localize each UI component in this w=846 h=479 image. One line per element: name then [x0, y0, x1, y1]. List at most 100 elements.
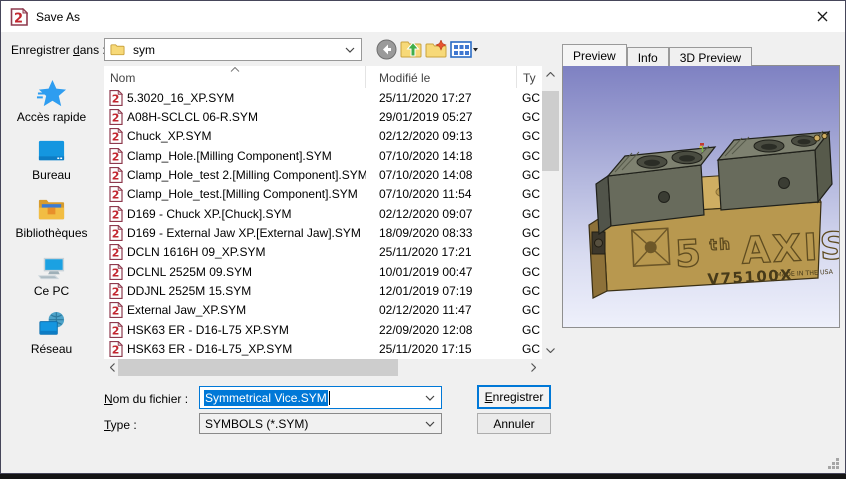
- filetype-combobox[interactable]: SYMBOLS (*.SYM): [199, 413, 442, 434]
- sym-file-icon: 2: [109, 167, 123, 183]
- sidebar-item-label: Bureau: [32, 168, 71, 182]
- chevron-down-icon: [425, 395, 435, 401]
- quick-access-star-icon: [36, 78, 67, 109]
- file-modified-date: 12/01/2019 07:19: [366, 284, 517, 298]
- column-header-type[interactable]: Ty: [517, 66, 542, 88]
- back-button[interactable]: [374, 38, 398, 61]
- file-modified-date: 02/12/2020 09:07: [366, 207, 517, 221]
- file-name: DCLNL 2525M 09.SYM: [127, 265, 252, 279]
- sidebar-item-label: Réseau: [31, 342, 72, 356]
- column-header-modified[interactable]: Modifié le: [366, 66, 517, 88]
- svg-text:2: 2: [112, 92, 120, 105]
- sym-file-icon: 2: [109, 244, 123, 260]
- file-row[interactable]: 2 A08H-SCLCL 06-R.SYM 29/01/2019 05:27 G…: [104, 107, 542, 126]
- tab-info[interactable]: Info: [627, 47, 669, 66]
- file-row[interactable]: 2 D169 - External Jaw XP.[External Jaw].…: [104, 223, 542, 242]
- file-type: GC: [517, 187, 542, 201]
- file-row[interactable]: 2 DCLN 1616H 09_XP.SYM 25/11/2020 17:21 …: [104, 243, 542, 262]
- file-row[interactable]: 2 HSK63 ER - D16-L75 XP.SYM 22/09/2020 1…: [104, 320, 542, 339]
- sidebar-item-label: Accès rapide: [17, 110, 86, 124]
- svg-text:2: 2: [112, 247, 120, 260]
- file-rows: 2 5.3020_16_XP.SYM 25/11/2020 17:27 GC 2…: [104, 88, 542, 359]
- svg-text:2: 2: [112, 324, 120, 337]
- file-name: A08H-SCLCL 06-R.SYM: [127, 110, 258, 124]
- sidebar-item-network[interactable]: Réseau: [4, 310, 100, 357]
- filename-value: Symmetrical Vice.SYM: [204, 390, 328, 406]
- sidebar-item-quick-access[interactable]: Accès rapide: [4, 78, 100, 125]
- file-modified-date: 07/10/2020 14:18: [366, 149, 517, 163]
- svg-text:2: 2: [112, 131, 120, 144]
- resize-grip-icon[interactable]: [827, 457, 840, 470]
- network-icon: [36, 310, 67, 341]
- file-row[interactable]: 2 Clamp_Hole_test.[Milling Component].SY…: [104, 185, 542, 204]
- cancel-button[interactable]: Annuler: [477, 413, 551, 434]
- chevron-down-icon: [425, 421, 435, 427]
- sidebar-item-this-pc[interactable]: Ce PC: [4, 252, 100, 299]
- scroll-right-icon[interactable]: [525, 359, 542, 376]
- screen: 2 Save As Enregistrer dans : sym: [0, 0, 846, 479]
- folder-icon: [110, 43, 125, 56]
- file-row[interactable]: 2 External Jaw_XP.SYM 02/12/2020 11:47 G…: [104, 301, 542, 320]
- svg-text:2: 2: [112, 170, 120, 183]
- file-row[interactable]: 2 D169 - Chuck XP.[Chuck].SYM 02/12/2020…: [104, 204, 542, 223]
- save-in-label: Enregistrer dans :: [11, 43, 106, 57]
- filetype-label: Type :: [104, 418, 137, 432]
- vertical-scrollbar[interactable]: [542, 66, 559, 359]
- file-modified-date: 02/12/2020 09:13: [366, 129, 517, 143]
- horizontal-scrollbar[interactable]: [104, 359, 542, 376]
- file-row[interactable]: 2 Clamp_Hole.[Milling Component].SYM 07/…: [104, 146, 542, 165]
- filename-combobox[interactable]: Symmetrical Vice.SYM: [199, 386, 442, 409]
- filename-label: Nom du fichier :: [104, 392, 188, 406]
- file-type: GC: [517, 226, 542, 240]
- svg-text:2: 2: [112, 189, 120, 202]
- file-modified-date: 22/09/2020 12:08: [366, 323, 517, 337]
- sym-file-icon: 2: [109, 322, 123, 338]
- up-one-level-button[interactable]: [399, 38, 423, 61]
- file-row[interactable]: 2 Chuck_XP.SYM 02/12/2020 09:13 GC: [104, 127, 542, 146]
- sym-file-icon: 2: [109, 302, 123, 318]
- svg-text:2: 2: [112, 305, 120, 318]
- scroll-up-icon[interactable]: [542, 66, 559, 83]
- sym-file-icon: 2: [109, 206, 123, 222]
- svg-text:2: 2: [112, 112, 120, 125]
- new-folder-button[interactable]: [424, 38, 448, 61]
- sidebar-item-libraries[interactable]: Bibliothèques: [4, 194, 100, 241]
- tab-3d-preview[interactable]: 3D Preview: [669, 47, 752, 66]
- file-modified-date: 25/11/2020 17:15: [366, 342, 517, 356]
- file-name: Clamp_Hole_test.[Milling Component].SYM: [127, 187, 358, 201]
- file-modified-date: 25/11/2020 17:27: [366, 91, 517, 105]
- svg-text:2: 2: [112, 208, 120, 221]
- file-row[interactable]: 2 DCLNL 2525M 09.SYM 10/01/2019 00:47 GC: [104, 262, 542, 281]
- new-folder-icon: [425, 40, 447, 59]
- svg-text:2: 2: [112, 150, 120, 163]
- file-type: GC: [517, 207, 542, 221]
- sidebar-item-desktop[interactable]: Bureau: [4, 136, 100, 183]
- scroll-down-icon[interactable]: [542, 342, 559, 359]
- file-name: DDJNL 2525M 15.SYM: [127, 284, 251, 298]
- file-type: GC: [517, 342, 542, 356]
- column-header-name[interactable]: Nom: [104, 66, 366, 88]
- svg-text:2: 2: [112, 344, 120, 357]
- file-row[interactable]: 2 DDJNL 2525M 15.SYM 12/01/2019 07:19 GC: [104, 281, 542, 300]
- chevron-down-icon: [345, 47, 355, 53]
- sym-file-icon: 2: [109, 90, 123, 106]
- save-in-combobox[interactable]: sym: [104, 38, 362, 61]
- file-row[interactable]: 2 HSK63 ER - D16-L75_XP.SYM 25/11/2020 1…: [104, 339, 542, 358]
- close-icon[interactable]: [807, 5, 837, 27]
- file-modified-date: 07/10/2020 11:54: [366, 187, 517, 201]
- file-list: Nom Modifié le Ty 2 5.3020_16_XP.SYM 25/…: [104, 66, 559, 376]
- places-bar: Accès rapide Bureau Bibliothèques: [1, 65, 102, 368]
- horizontal-scroll-thumb[interactable]: [118, 359, 398, 376]
- sym-file-icon: 2: [109, 148, 123, 164]
- tab-preview[interactable]: Preview: [562, 44, 627, 66]
- vertical-scroll-thumb[interactable]: [542, 91, 559, 171]
- file-row[interactable]: 2 5.3020_16_XP.SYM 25/11/2020 17:27 GC: [104, 88, 542, 107]
- file-type: GC: [517, 284, 542, 298]
- file-name: HSK63 ER - D16-L75 XP.SYM: [127, 323, 289, 337]
- view-menu-button[interactable]: [448, 38, 480, 61]
- file-type: GC: [517, 323, 542, 337]
- title-bar: 2 Save As: [1, 1, 845, 32]
- file-name: Chuck_XP.SYM: [127, 129, 212, 143]
- file-row[interactable]: 2 Clamp_Hole_test 2.[Milling Component].…: [104, 165, 542, 184]
- save-button[interactable]: Enregistrer: [477, 385, 551, 409]
